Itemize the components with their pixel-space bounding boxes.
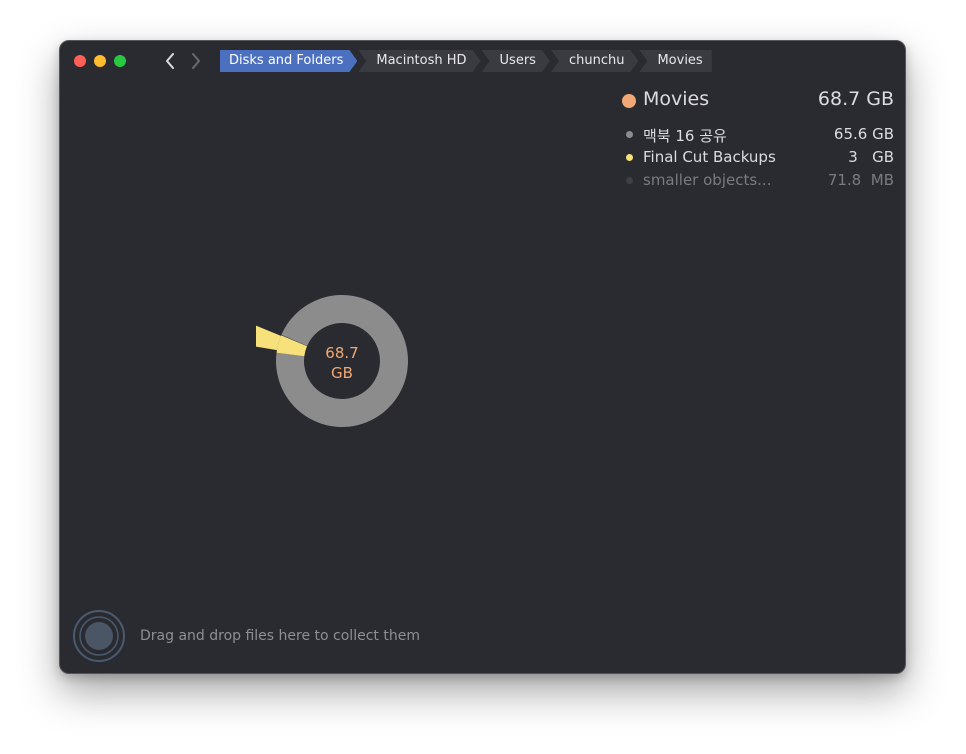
chevron-left-icon bbox=[166, 53, 174, 69]
legend-item[interactable]: 맥북 16 공유 65.6 GB bbox=[622, 123, 894, 146]
legend-item[interactable]: Final Cut Backups 3 GB bbox=[622, 146, 894, 169]
chevron-right-icon bbox=[192, 53, 200, 69]
legend-item[interactable]: smaller objects... 71.8 MB bbox=[622, 169, 894, 192]
folder-size: 68.7 GB bbox=[817, 88, 894, 110]
legend-item-name: 맥북 16 공유 bbox=[643, 127, 727, 145]
zoom-button[interactable] bbox=[114, 55, 126, 67]
forward-button[interactable] bbox=[186, 49, 206, 73]
legend-item-size: 71.8 MB bbox=[827, 171, 894, 189]
back-button[interactable] bbox=[160, 49, 180, 73]
breadcrumb-movies[interactable]: Movies bbox=[639, 50, 712, 72]
item-color-dot bbox=[626, 154, 633, 161]
breadcrumb-macintosh-hd[interactable]: Macintosh HD bbox=[358, 50, 480, 72]
app-window: Disks and Folders Macintosh HD Users chu… bbox=[59, 40, 906, 674]
sunburst-chart[interactable] bbox=[256, 229, 436, 439]
legend-item-name: smaller objects... bbox=[643, 171, 772, 189]
breadcrumb-users[interactable]: Users bbox=[482, 50, 550, 72]
drop-hint-text: Drag and drop files here to collect them bbox=[140, 628, 420, 644]
folder-color-dot bbox=[622, 94, 636, 108]
item-color-dot bbox=[626, 177, 633, 184]
minimize-button[interactable] bbox=[94, 55, 106, 67]
center-label-unit: GB bbox=[331, 364, 353, 382]
legend-folder-row[interactable]: Movies 68.7 GB bbox=[622, 87, 894, 115]
legend-item-name: Final Cut Backups bbox=[643, 148, 776, 166]
drop-zone-icon[interactable] bbox=[72, 609, 126, 663]
breadcrumb-disks-and-folders[interactable]: Disks and Folders bbox=[220, 50, 357, 72]
close-button[interactable] bbox=[74, 55, 86, 67]
center-label-value: 68.7 bbox=[325, 344, 359, 362]
chart-center-label: 68.7 GB bbox=[292, 343, 392, 383]
legend-item-size: 65.6 GB bbox=[833, 125, 894, 143]
breadcrumb: Disks and Folders Macintosh HD Users chu… bbox=[220, 50, 713, 72]
legend-item-size: 3 GB bbox=[848, 148, 894, 166]
folder-name: Movies bbox=[643, 88, 710, 110]
size-legend: Movies 68.7 GB 맥북 16 공유 65.6 GB Final Cu… bbox=[622, 87, 894, 192]
breadcrumb-chunchu[interactable]: chunchu bbox=[551, 50, 639, 72]
pie-slice-outer-1[interactable] bbox=[256, 324, 281, 351]
item-color-dot bbox=[626, 131, 633, 138]
